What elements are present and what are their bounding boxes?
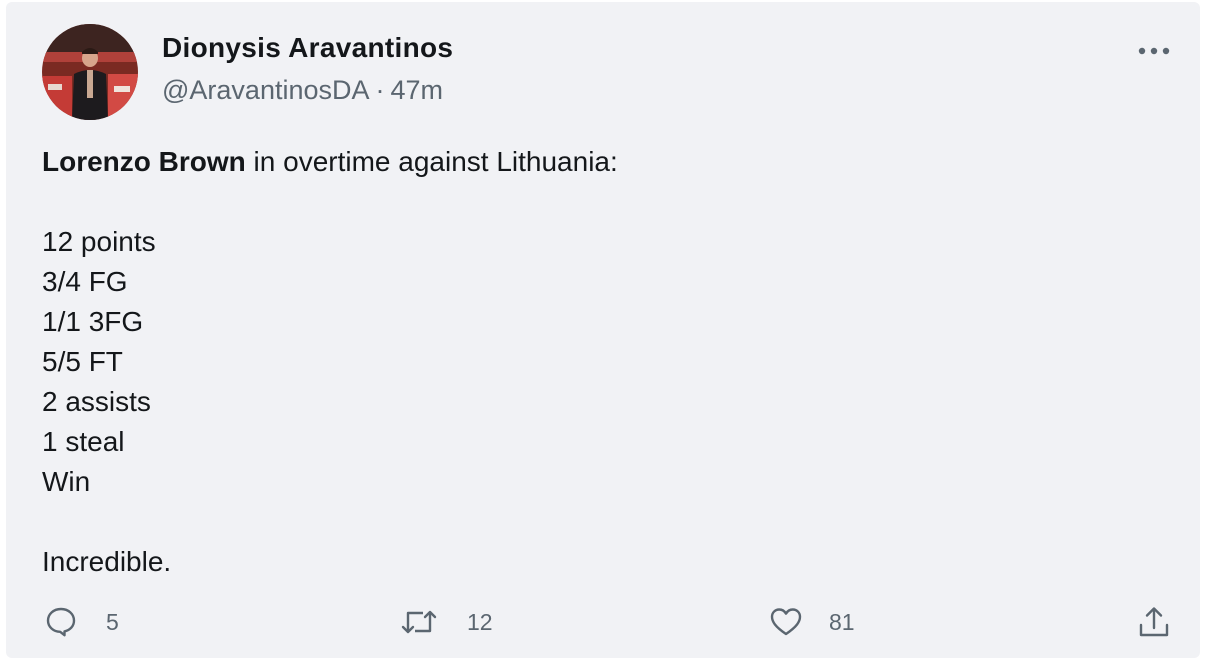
tweet-card: Dionysis Aravantinos @AravantinosDA · 47m …	[6, 2, 1200, 658]
like-count: 81	[829, 608, 855, 635]
avatar[interactable]	[42, 24, 138, 120]
tweet-intro-text: in overtime against Lithuania:	[245, 146, 618, 177]
more-options-button[interactable]	[1134, 36, 1174, 66]
more-horizontal-icon	[1138, 47, 1170, 55]
author-handle[interactable]: @AravantinosDA	[162, 75, 370, 105]
tweet-text: Lorenzo Brown in overtime against Lithua…	[42, 142, 1162, 582]
stat-line-3fg: 1/1 3FG	[42, 306, 144, 337]
stat-line-points: 12 points	[42, 226, 156, 257]
paragraph-break	[42, 502, 1162, 542]
meta-separator: ·	[375, 75, 385, 105]
stat-line-result: Win	[42, 466, 91, 497]
reply-button[interactable]: 5	[44, 602, 119, 642]
share-button[interactable]	[1136, 602, 1172, 642]
reply-count: 5	[106, 608, 119, 635]
stat-line-steal: 1 steal	[42, 426, 125, 457]
retweet-arrows-icon	[401, 610, 437, 634]
tweet-intro-line: Lorenzo Brown in overtime against Lithua…	[42, 142, 1162, 182]
tweet-timestamp[interactable]: 47m	[391, 75, 444, 105]
retweet-count: 12	[467, 608, 493, 635]
stat-line-ft: 5/5 FT	[42, 346, 123, 377]
paragraph-break	[42, 182, 1162, 222]
like-button[interactable]: 81	[769, 602, 855, 642]
retweet-button[interactable]: 12	[399, 602, 493, 642]
mentioned-player: Lorenzo Brown	[42, 146, 246, 177]
stat-line-fg: 3/4 FG	[42, 266, 128, 297]
author-meta: @AravantinosDA · 47m	[162, 75, 443, 106]
share-upload-icon	[1139, 607, 1169, 637]
stat-line-assists: 2 assists	[42, 386, 151, 417]
reply-bubble-icon	[46, 607, 76, 637]
heart-icon	[770, 608, 802, 636]
tweet-closing-line: Incredible.	[42, 546, 172, 577]
author-display-name[interactable]: Dionysis Aravantinos	[162, 32, 453, 64]
avatar-photo	[42, 24, 138, 120]
